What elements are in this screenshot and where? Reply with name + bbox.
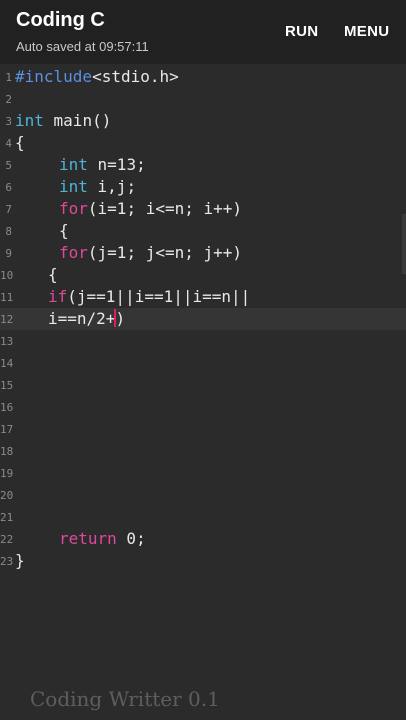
menu-button[interactable]: MENU bbox=[344, 23, 389, 40]
line-number: 4 bbox=[5, 137, 12, 150]
code-line[interactable]: 21 bbox=[0, 506, 406, 528]
code-line[interactable]: 14 bbox=[0, 352, 406, 374]
control-keyword: for bbox=[59, 243, 88, 262]
code-text: int n=13; bbox=[59, 155, 146, 174]
code-rest: <stdio.h> bbox=[92, 67, 179, 86]
code-line[interactable]: 23 } bbox=[0, 550, 406, 572]
code-line[interactable]: 5 int n=13; bbox=[0, 154, 406, 176]
line-number: 19 bbox=[0, 467, 14, 480]
code-text: if(j==1||i==1||i==n|| bbox=[48, 287, 250, 306]
code-line[interactable]: 7 for(i=1; i<=n; i++) bbox=[0, 198, 406, 220]
code-text: for(j=1; j<=n; j++) bbox=[59, 243, 242, 262]
code-text: { bbox=[48, 265, 58, 284]
line-number: 12 bbox=[0, 313, 14, 326]
code-line[interactable]: 11 if(j==1||i==1||i==n|| bbox=[0, 286, 406, 308]
code-rest: main() bbox=[43, 111, 112, 130]
line-number: 11 bbox=[0, 291, 14, 304]
code-line[interactable]: 9 for(j=1; j<=n; j++) bbox=[0, 242, 406, 264]
code-editor[interactable]: 1 #include<stdio.h> 2 3 int main() 4 { 5… bbox=[0, 64, 406, 664]
code-line[interactable]: 8 { bbox=[0, 220, 406, 242]
control-keyword: return bbox=[59, 529, 117, 548]
code-rest: (i=1; i<=n; i++) bbox=[87, 199, 243, 218]
code-line[interactable]: 19 bbox=[0, 462, 406, 484]
line-number: 9 bbox=[5, 247, 12, 260]
code-line[interactable]: 4 { bbox=[0, 132, 406, 154]
line-number: 8 bbox=[5, 225, 12, 238]
code-after-caret: ) bbox=[115, 309, 126, 328]
line-number: 20 bbox=[0, 489, 14, 502]
line-number: 5 bbox=[5, 159, 12, 172]
code-rest: n=13; bbox=[87, 155, 146, 174]
code-line[interactable]: 1 #include<stdio.h> bbox=[0, 66, 406, 88]
code-line[interactable]: 3 int main() bbox=[0, 110, 406, 132]
editor-scrollbar[interactable] bbox=[402, 214, 406, 274]
type-keyword: int bbox=[15, 111, 44, 130]
code-rest: 0; bbox=[116, 529, 146, 548]
line-number: 10 bbox=[0, 269, 14, 282]
app-title: Coding C bbox=[16, 9, 105, 31]
code-line[interactable]: 2 bbox=[0, 88, 406, 110]
code-text: { bbox=[59, 221, 69, 240]
code-text: #include<stdio.h> bbox=[15, 67, 179, 86]
code-text: { bbox=[15, 133, 25, 152]
line-number: 16 bbox=[0, 401, 14, 414]
code-line[interactable]: 13 bbox=[0, 330, 406, 352]
code-text: int main() bbox=[15, 111, 111, 130]
line-number: 17 bbox=[0, 423, 14, 436]
line-number: 3 bbox=[5, 115, 12, 128]
code-line-active[interactable]: 12 i==n/2+) bbox=[0, 308, 406, 330]
code-text: return 0; bbox=[59, 529, 146, 548]
code-line[interactable]: 17 bbox=[0, 418, 406, 440]
code-before-caret: i==n/2+ bbox=[48, 309, 116, 328]
line-number: 1 bbox=[5, 71, 12, 84]
code-line[interactable]: 6 int i,j; bbox=[0, 176, 406, 198]
line-number: 2 bbox=[5, 93, 12, 106]
line-number: 6 bbox=[5, 181, 12, 194]
code-line[interactable]: 15 bbox=[0, 374, 406, 396]
line-number: 13 bbox=[0, 335, 14, 348]
autosave-status: Auto saved at 09:57:11 bbox=[16, 39, 149, 54]
code-text: int i,j; bbox=[59, 177, 136, 196]
code-text: } bbox=[15, 551, 25, 570]
type-keyword: int bbox=[59, 155, 88, 174]
run-button[interactable]: RUN bbox=[285, 23, 318, 40]
code-rest: (j==1||i==1||i==n|| bbox=[67, 287, 251, 306]
line-number: 18 bbox=[0, 445, 14, 458]
code-rest: (j=1; j<=n; j++) bbox=[87, 243, 243, 262]
line-number: 15 bbox=[0, 379, 14, 392]
line-number: 23 bbox=[0, 555, 14, 568]
code-line[interactable]: 10 { bbox=[0, 264, 406, 286]
code-line[interactable]: 16 bbox=[0, 396, 406, 418]
control-keyword: if bbox=[48, 287, 68, 306]
line-number: 22 bbox=[0, 533, 14, 546]
control-keyword: for bbox=[59, 199, 88, 218]
line-number: 7 bbox=[5, 203, 12, 216]
code-text: for(i=1; i<=n; i++) bbox=[59, 199, 242, 218]
line-number: 21 bbox=[0, 511, 14, 524]
preprocessor-keyword: #include bbox=[15, 67, 93, 86]
line-number: 14 bbox=[0, 357, 14, 370]
app-bar: Coding C Auto saved at 09:57:11 RUN MENU bbox=[0, 0, 406, 64]
code-text: i==n/2+) bbox=[48, 309, 125, 328]
type-keyword: int bbox=[59, 177, 88, 196]
code-line[interactable]: 22 return 0; bbox=[0, 528, 406, 550]
code-rest: i,j; bbox=[87, 177, 137, 196]
code-line[interactable]: 18 bbox=[0, 440, 406, 462]
app-watermark: Coding Writter 0.1 bbox=[30, 687, 220, 711]
code-line[interactable]: 20 bbox=[0, 484, 406, 506]
